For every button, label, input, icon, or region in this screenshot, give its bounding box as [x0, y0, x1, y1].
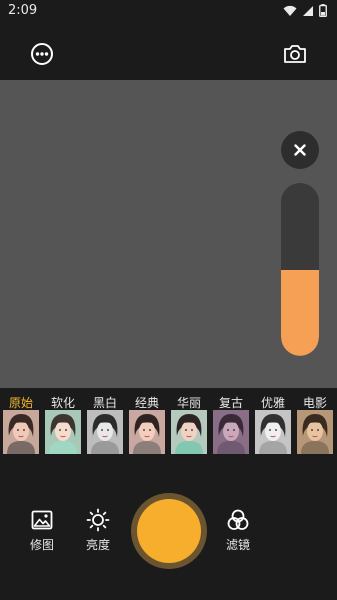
- filter-strip: 原始 软化 黑白 经典 华丽 复古 优雅 电影: [0, 388, 337, 460]
- filter-item[interactable]: 原始: [0, 388, 42, 458]
- shutter-inner: [137, 499, 201, 563]
- top-toolbar: [0, 24, 337, 80]
- filter-item-label: 华丽: [176, 396, 201, 410]
- shutter-button[interactable]: [131, 493, 207, 569]
- wifi-icon: [283, 5, 297, 16]
- filter-thumbnail: [297, 410, 333, 454]
- filter-item-label: 原始: [8, 396, 33, 410]
- filter-item[interactable]: 黑白: [84, 388, 126, 458]
- filter-item-label: 黑白: [92, 396, 117, 410]
- filter-thumbnail: [3, 410, 39, 454]
- status-icons: [283, 4, 327, 17]
- edit-photo-label: 修图: [29, 538, 54, 552]
- brightness-button[interactable]: 亮度: [73, 508, 123, 556]
- filter-item-label: 软化: [50, 396, 75, 410]
- filter-label: 滤镜: [225, 538, 250, 552]
- filter-thumbnail: [213, 410, 249, 454]
- filter-item[interactable]: 复古: [210, 388, 252, 458]
- more-options-button[interactable]: [25, 37, 59, 71]
- brightness-label: 亮度: [85, 538, 110, 552]
- intensity-slider[interactable]: [281, 183, 319, 356]
- filter-button[interactable]: 滤镜: [213, 508, 263, 556]
- filter-thumbnail: [45, 410, 81, 454]
- image-icon: [31, 510, 53, 530]
- sun-icon: [86, 508, 110, 532]
- battery-icon: [319, 4, 327, 17]
- filter-thumbnail: [87, 410, 123, 454]
- close-adjust-button[interactable]: [281, 131, 319, 169]
- filter-thumbnail: [171, 410, 207, 454]
- camera-switch-icon: [284, 45, 306, 63]
- filter-item-label: 电影: [302, 396, 327, 410]
- filter-item[interactable]: 软化: [42, 388, 84, 458]
- edit-photo-button[interactable]: 修图: [17, 508, 67, 556]
- filter-circles-icon: [227, 509, 249, 530]
- intensity-slider-fill: [281, 269, 319, 356]
- status-time: 2:09: [8, 3, 38, 18]
- filter-item[interactable]: 经典: [126, 388, 168, 458]
- filter-item-label: 经典: [134, 396, 159, 410]
- more-dots-icon: [31, 43, 53, 65]
- filter-item[interactable]: 电影: [294, 388, 336, 458]
- filter-item-label: 优雅: [260, 396, 285, 410]
- signal-icon: [303, 5, 313, 16]
- filter-item-label: 复古: [218, 396, 243, 410]
- bottom-bar: 修图 亮度 滤镜: [0, 460, 337, 600]
- close-icon: [294, 144, 306, 156]
- filter-item[interactable]: 优雅: [252, 388, 294, 458]
- filter-thumbnail: [129, 410, 165, 454]
- filter-thumbnail: [255, 410, 291, 454]
- filter-item[interactable]: 华丽: [168, 388, 210, 458]
- switch-camera-button[interactable]: [278, 37, 312, 71]
- status-bar: 2:09: [0, 0, 337, 24]
